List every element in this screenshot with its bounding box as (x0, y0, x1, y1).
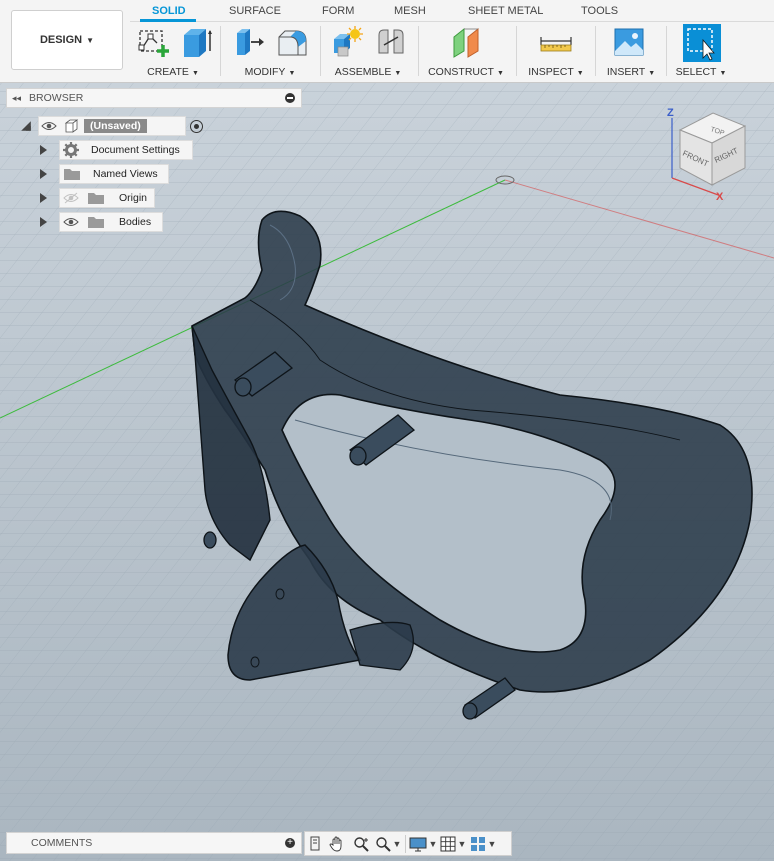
tab-sheet-metal[interactable]: SHEET METAL (468, 4, 543, 18)
gear-icon (63, 142, 79, 158)
collapse-panel-icon[interactable]: ◂◂ (12, 93, 21, 104)
extrude-box-icon[interactable] (179, 25, 213, 59)
viewports-icon[interactable]: ▼ (468, 833, 498, 855)
tab-tools[interactable]: TOOLS (581, 4, 618, 18)
comments-panel-header[interactable]: COMMENTS + (6, 832, 302, 854)
caret-down-icon: ▼ (496, 70, 504, 77)
tab-surface[interactable]: SURFACE (229, 4, 281, 18)
tree-item-bodies[interactable]: Bodies (40, 212, 163, 232)
zoom-icon[interactable] (349, 833, 373, 855)
z-axis-label: Z (667, 107, 674, 119)
zoom-window-icon[interactable]: ▼ (373, 833, 403, 855)
tab-mesh[interactable]: MESH (394, 4, 426, 18)
x-axis-label: X (716, 191, 724, 203)
navbar-separator (405, 834, 406, 853)
caret-down-icon: ▼ (288, 70, 296, 77)
toolbar-separator (220, 26, 221, 76)
eye-hidden-icon[interactable] (63, 192, 79, 204)
expand-triangle-icon[interactable] (40, 193, 47, 203)
collapse-triangle-icon[interactable] (21, 121, 31, 131)
eye-icon[interactable] (63, 216, 79, 228)
assemble-menu[interactable]: ASSEMBLE ▼ (333, 66, 403, 78)
pan-hand-icon[interactable] (325, 833, 349, 855)
tree-item-origin[interactable]: Origin (40, 188, 155, 208)
caret-down-icon: ▼ (576, 70, 584, 77)
caret-down-icon: ▼ (719, 70, 727, 77)
toolbar-separator (320, 26, 321, 76)
caret-down-icon: ▼ (394, 70, 402, 77)
select-menu[interactable]: SELECT ▼ (673, 66, 729, 78)
toolbar-separator (418, 26, 419, 76)
tree-item-named-views[interactable]: Named Views (40, 164, 169, 184)
toolbar-separator (595, 26, 596, 76)
joint-icon[interactable] (374, 25, 408, 59)
tab-form[interactable]: FORM (322, 4, 354, 18)
eye-icon[interactable] (41, 120, 57, 132)
browser-panel-header[interactable]: ◂◂ BROWSER (6, 88, 302, 108)
component-icon (64, 119, 79, 133)
tree-item-label: Origin (119, 192, 148, 204)
modify-menu[interactable]: MODIFY ▼ (234, 66, 306, 78)
create-menu[interactable]: CREATE ▼ (138, 66, 208, 78)
tree-root-row[interactable]: (Unsaved) (20, 116, 203, 136)
toolbar-separator (516, 26, 517, 76)
fillet-icon[interactable] (276, 25, 310, 59)
insert-image-icon[interactable] (612, 25, 646, 59)
active-tab-indicator (140, 19, 196, 22)
expand-triangle-icon[interactable] (40, 145, 47, 155)
toolbar-separator (666, 26, 667, 76)
grid-settings-icon[interactable]: ▼ (438, 833, 468, 855)
workspace-switcher-button[interactable]: DESIGN ▼ (11, 10, 123, 70)
workspace-label: DESIGN (39, 34, 83, 46)
caret-down-icon: ▼ (191, 70, 199, 77)
inspect-menu[interactable]: INSPECT ▼ (526, 66, 586, 78)
display-settings-icon[interactable]: ▼ (408, 833, 438, 855)
activate-radio-icon[interactable] (190, 119, 203, 133)
folder-icon (64, 169, 80, 180)
tree-item-document-settings[interactable]: Document Settings (40, 140, 193, 160)
tab-divider (130, 21, 774, 22)
insert-menu[interactable]: INSERT ▼ (604, 66, 658, 78)
press-pull-icon[interactable] (233, 25, 267, 59)
tree-item-label: Document Settings (91, 144, 180, 156)
expand-triangle-icon[interactable] (40, 217, 47, 227)
caret-down-icon: ▼ (86, 35, 95, 45)
select-arrow-icon[interactable] (683, 24, 721, 62)
create-sketch-icon[interactable] (137, 25, 171, 59)
add-comment-icon[interactable]: + (285, 838, 295, 848)
browser-title: BROWSER (29, 92, 84, 104)
browser-minimize-icon[interactable] (285, 93, 295, 103)
tree-item-label: Bodies (119, 216, 152, 228)
tree-item-label: Named Views (93, 168, 158, 180)
offset-plane-icon[interactable] (450, 25, 484, 59)
orbit-icon[interactable] (305, 833, 325, 855)
new-component-icon[interactable] (331, 25, 365, 59)
root-label: (Unsaved) (84, 119, 147, 133)
caret-down-icon: ▼ (648, 70, 656, 77)
folder-icon (88, 193, 104, 204)
expand-triangle-icon[interactable] (40, 169, 47, 179)
navigation-bar: ▼ ▼ ▼ ▼ (304, 831, 512, 856)
folder-icon (88, 217, 104, 228)
comments-title: COMMENTS (31, 837, 93, 849)
toolbar: DESIGN ▼ SOLID SURFACE FORM MESH SHEET ME… (0, 0, 774, 83)
construct-menu[interactable]: CONSTRUCT ▼ (426, 66, 506, 78)
tab-solid[interactable]: SOLID (152, 4, 186, 18)
measure-ruler-icon[interactable] (539, 25, 573, 59)
